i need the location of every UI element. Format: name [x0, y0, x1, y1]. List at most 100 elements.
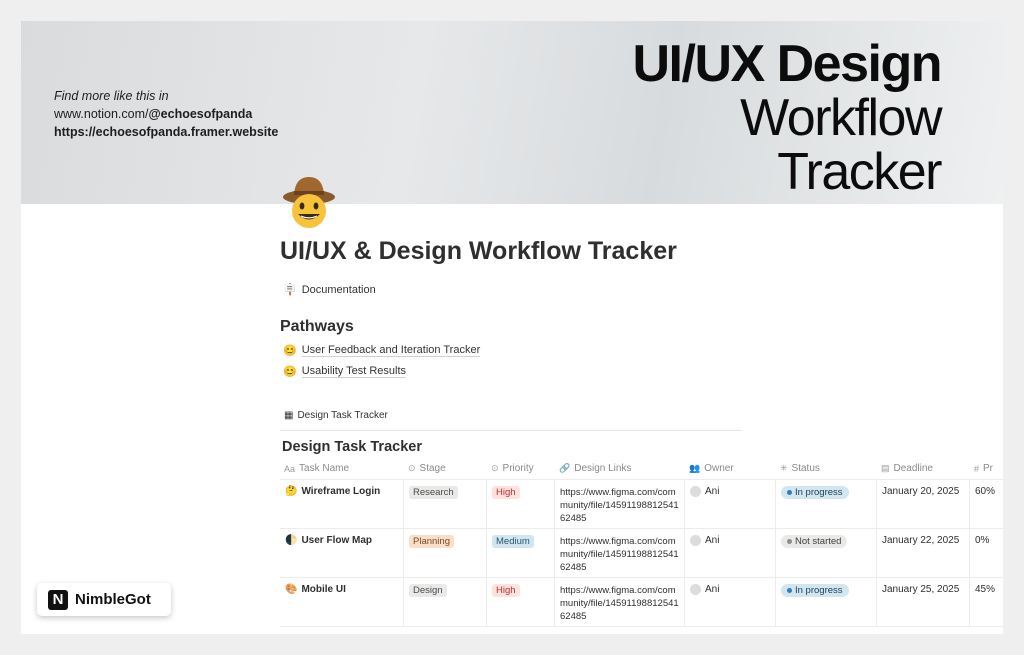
column-label: Design Links — [574, 463, 632, 474]
smiley-icon: 😊 — [283, 345, 297, 357]
stage-tag: Design — [409, 584, 447, 597]
cover-title-line-2: Workflow — [740, 89, 942, 147]
column-label: Pr — [983, 463, 994, 474]
design-link-cell[interactable]: https://www.figma.com/community/file/145… — [555, 480, 685, 528]
progress-cell[interactable]: 45% — [970, 578, 1003, 626]
avatar — [690, 486, 701, 497]
column-header-deadline[interactable]: ▤ Deadline — [877, 463, 970, 474]
table-row[interactable]: 🌓 User Flow Map Planning Medium https://w… — [280, 529, 1003, 578]
stage-cell[interactable]: Design — [404, 578, 487, 626]
column-header-status[interactable]: ✳ Status — [776, 463, 877, 474]
promo-line-1: Find more like this in — [54, 89, 169, 103]
deadline-value: January 22, 2025 — [882, 535, 960, 546]
column-header-design-links[interactable]: 🔗 Design Links — [555, 463, 685, 474]
status-badge: Not started — [781, 535, 848, 548]
pathway-link-usability[interactable]: 😊 Usability Test Results — [283, 365, 407, 378]
priority-tag: High — [492, 584, 520, 597]
text-icon: Aa — [284, 463, 296, 474]
number-icon: # — [974, 463, 980, 474]
documentation-link[interactable]: 🪧 Documentation — [283, 283, 376, 297]
owner-name: Ani — [705, 584, 720, 595]
deadline-value: January 25, 2025 — [882, 584, 960, 595]
table-row[interactable]: 🎨 Mobile UI Design High https://www.figma… — [280, 578, 1003, 627]
owner-cell[interactable]: Ani — [685, 480, 776, 528]
progress-value: 0% — [975, 535, 990, 546]
status-badge: In progress — [781, 486, 849, 499]
column-label: Owner — [704, 463, 734, 474]
progress-cell[interactable]: 0% — [970, 529, 1003, 577]
avatar — [690, 535, 701, 546]
promo-website: https://echoesofpanda.framer.website — [54, 125, 279, 139]
cover-promo: Find more like this in www.notion.com/@e… — [54, 87, 278, 141]
view-tab-label: Design Task Tracker — [297, 410, 388, 421]
status-cell[interactable]: In progress — [776, 578, 877, 626]
priority-tag: High — [492, 486, 520, 499]
status-label: Not started — [795, 536, 842, 547]
priority-cell[interactable]: High — [487, 578, 555, 626]
owner-cell[interactable]: Ani — [685, 529, 776, 577]
priority-cell[interactable]: Medium — [487, 529, 555, 577]
design-link-cell[interactable]: https://www.figma.com/community/file/145… — [555, 529, 685, 577]
pathway-link-feedback[interactable]: 😊 User Feedback and Iteration Tracker — [283, 344, 481, 357]
database-view-tab[interactable]: ▦ Design Task Tracker — [284, 410, 388, 421]
priority-cell[interactable]: High — [487, 480, 555, 528]
smiley-icon: 😊 — [283, 366, 297, 378]
column-label: Task Name — [299, 463, 350, 474]
pathway-label: User Feedback and Iteration Tracker — [301, 344, 481, 357]
owner-cell[interactable]: Ani — [685, 578, 776, 626]
priority-tag: Medium — [492, 535, 534, 548]
column-header-owner[interactable]: 👥 Owner — [685, 463, 776, 474]
table-row[interactable]: 🤔 Wireframe Login Research High https://w… — [280, 480, 1003, 529]
column-label: Stage — [419, 463, 446, 474]
page-frame: Find more like this in www.notion.com/@e… — [21, 21, 1003, 634]
divider — [280, 430, 742, 431]
design-link[interactable]: https://www.figma.com/community/file/145… — [560, 535, 680, 574]
stage-tag: Research — [409, 486, 458, 499]
status-dot — [787, 539, 792, 544]
column-header-task-name[interactable]: Aa Task Name — [280, 463, 404, 474]
column-header-stage[interactable]: ⊙ Stage — [404, 463, 487, 474]
signpost-icon: 🪧 — [283, 284, 297, 296]
thinking-face-icon: 🤔 — [285, 486, 298, 497]
select-icon: ⊙ — [408, 463, 416, 473]
column-header-progress[interactable]: # Pr — [970, 463, 1003, 474]
column-header-priority[interactable]: ⊙ Priority — [487, 463, 555, 474]
deadline-cell[interactable]: January 22, 2025 — [877, 529, 970, 577]
moon-icon: 🌓 — [285, 535, 298, 546]
select-icon: ⊙ — [491, 463, 499, 473]
stage-cell[interactable]: Research — [404, 480, 487, 528]
task-table: Aa Task Name ⊙ Stage ⊙ Priority 🔗 Design Lin… — [280, 458, 1003, 627]
cowboy-smiley-icon[interactable] — [281, 173, 337, 231]
promo-line-3: https://echoesofpanda.framer.website — [54, 123, 278, 141]
design-link-cell[interactable]: https://www.figma.com/community/file/145… — [555, 578, 685, 626]
task-name: User Flow Map — [301, 535, 373, 546]
task-cell[interactable]: 🤔 Wireframe Login — [280, 480, 404, 528]
cover-title: UI/UX Design Workflow Tracker — [633, 37, 943, 199]
deadline-cell[interactable]: January 25, 2025 — [877, 578, 970, 626]
cover-image: Find more like this in www.notion.com/@e… — [21, 21, 1003, 204]
owner-name: Ani — [705, 535, 720, 546]
pathway-label: Usability Test Results — [301, 365, 407, 378]
design-link[interactable]: https://www.figma.com/community/file/145… — [560, 486, 680, 525]
table-header: Aa Task Name ⊙ Stage ⊙ Priority 🔗 Design Lin… — [280, 458, 1003, 480]
documentation-label: Documentation — [301, 283, 376, 296]
status-label: In progress — [795, 585, 843, 596]
design-link[interactable]: https://www.figma.com/community/file/145… — [560, 584, 680, 623]
column-label: Priority — [502, 463, 534, 474]
brand-badge[interactable]: N NimbleGot — [37, 583, 171, 616]
status-cell[interactable]: Not started — [776, 529, 877, 577]
deadline-cell[interactable]: January 20, 2025 — [877, 480, 970, 528]
stage-cell[interactable]: Planning — [404, 529, 487, 577]
avatar — [690, 584, 701, 595]
database-title: Design Task Tracker — [282, 439, 422, 455]
status-dot — [787, 588, 792, 593]
column-label: Status — [791, 463, 820, 474]
calendar-icon: ▤ — [881, 463, 890, 473]
status-cell[interactable]: In progress — [776, 480, 877, 528]
promo-domain: www.notion.com/ — [54, 107, 149, 121]
task-cell[interactable]: 🌓 User Flow Map — [280, 529, 404, 577]
progress-cell[interactable]: 60% — [970, 480, 1003, 528]
progress-value: 60% — [975, 486, 996, 497]
task-cell[interactable]: 🎨 Mobile UI — [280, 578, 404, 626]
page-title: UI/UX & Design Workflow Tracker — [280, 237, 677, 265]
